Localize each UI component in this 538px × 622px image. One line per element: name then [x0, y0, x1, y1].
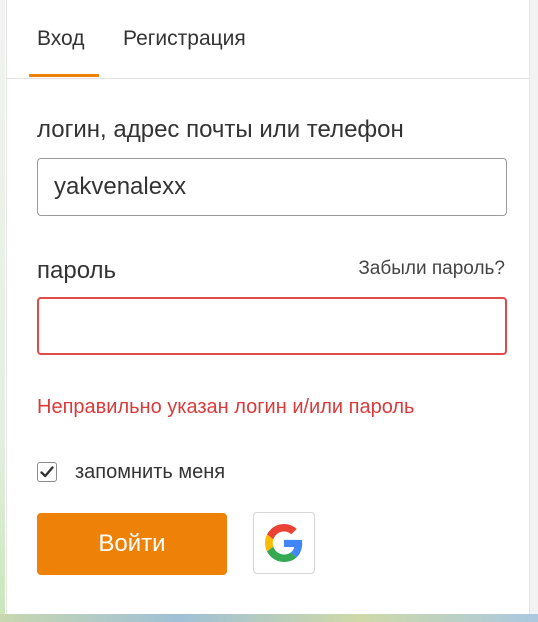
google-login-button[interactable]: [253, 512, 315, 574]
login-form-card: Вход Регистрация логин, адрес почты или …: [6, 0, 530, 614]
password-field-label: пароль: [37, 257, 117, 284]
tab-login[interactable]: Вход: [37, 27, 85, 51]
login-field-label: логин, адрес почты или телефон: [37, 116, 404, 143]
remember-me-label: запомнить меня: [75, 460, 226, 483]
tab-register[interactable]: Регистрация: [123, 27, 246, 51]
auth-tabs: Вход Регистрация: [7, 0, 529, 79]
remember-me-checkbox[interactable]: запомнить меня: [37, 458, 225, 486]
google-icon: [265, 524, 303, 562]
active-tab-indicator: [29, 74, 99, 77]
password-input[interactable]: [37, 297, 507, 355]
checkbox-checked-icon[interactable]: [37, 462, 57, 482]
page-background-edge: [0, 0, 5, 622]
login-input[interactable]: [37, 158, 507, 216]
forgot-password-link[interactable]: Забыли пароль?: [358, 258, 505, 280]
login-button[interactable]: Войти: [37, 513, 227, 575]
page-background-strip: [0, 614, 538, 622]
error-message: Неправильно указан логин и/или пароль: [37, 396, 415, 418]
page-background-edge: [530, 0, 538, 622]
